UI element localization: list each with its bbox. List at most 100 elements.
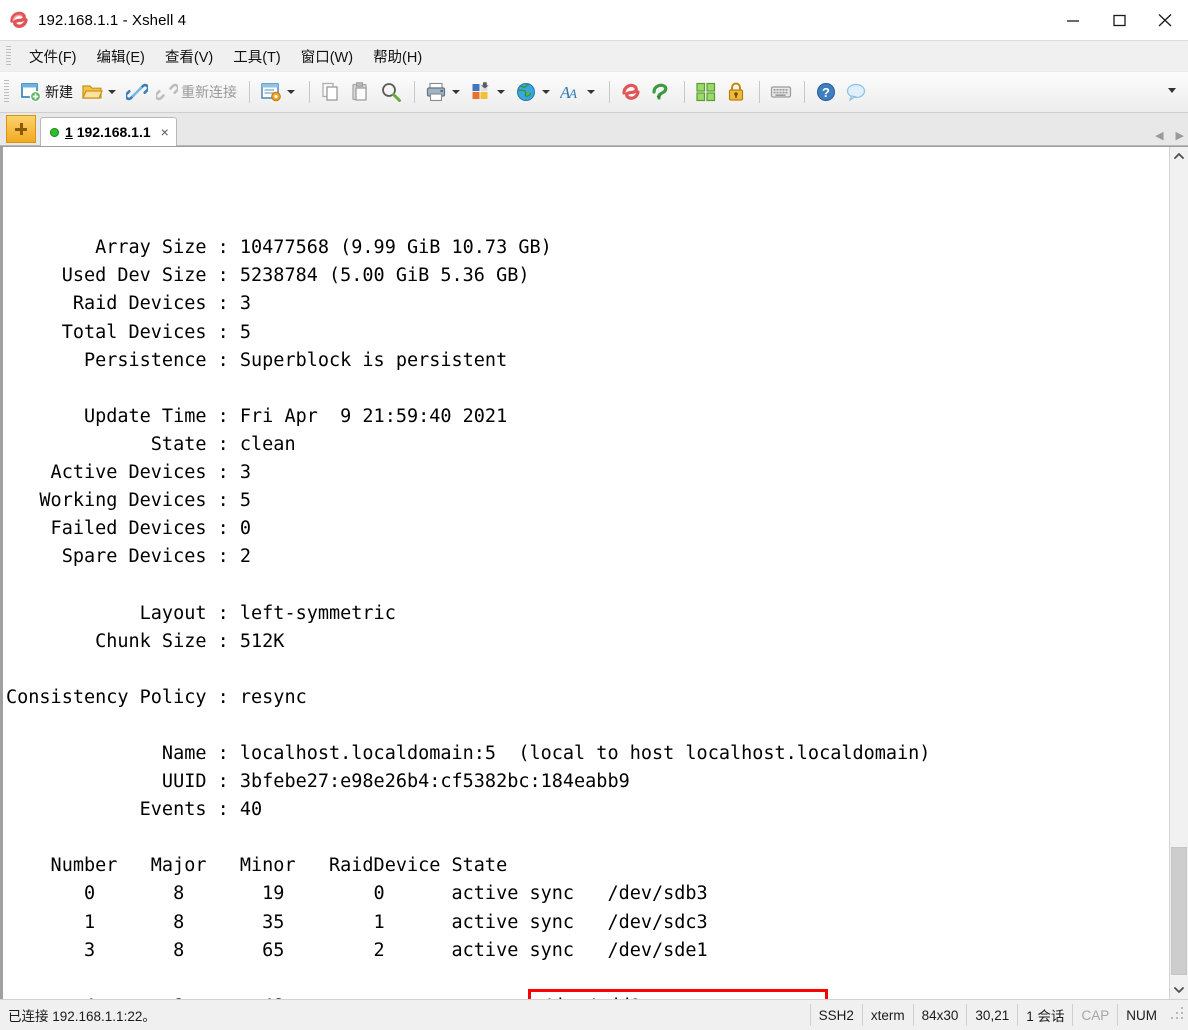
xftp-button[interactable] bbox=[647, 77, 675, 107]
menu-view[interactable]: 查看(V) bbox=[155, 43, 223, 70]
status-caps-lock: CAP bbox=[1072, 1004, 1117, 1026]
terminal-line: Number Major Minor RaidDevice State bbox=[6, 855, 508, 877]
reconnect-icon bbox=[156, 81, 178, 103]
arrange-windows-icon bbox=[695, 81, 717, 103]
new-session-button[interactable]: 新建 bbox=[17, 77, 76, 107]
terminal-line: Spare Devices : 2 bbox=[6, 546, 252, 568]
print-button[interactable] bbox=[422, 77, 465, 107]
toolbar-separator bbox=[759, 81, 760, 103]
xshell-button[interactable] bbox=[617, 77, 645, 107]
scrollbar-thumb[interactable] bbox=[1171, 847, 1187, 975]
folder-open-icon bbox=[81, 81, 103, 103]
tab-session-192-168-1-1[interactable]: 1 192.168.1.1 × bbox=[40, 117, 177, 146]
plus-icon bbox=[19, 123, 23, 135]
menu-tools[interactable]: 工具(T) bbox=[223, 43, 291, 70]
status-protocol: SSH2 bbox=[809, 1004, 862, 1026]
find-button[interactable] bbox=[377, 77, 405, 107]
tab-scroll-controls: ◀ ▶ bbox=[1155, 129, 1184, 142]
tab-scroll-left-icon[interactable]: ◀ bbox=[1155, 129, 1163, 142]
reconnect-button: 重新连接 bbox=[153, 77, 240, 107]
browser-button[interactable] bbox=[512, 77, 555, 107]
transfer-button[interactable] bbox=[467, 77, 510, 107]
terminal-line: Total Devices : 5 bbox=[6, 321, 252, 343]
xftp-icon bbox=[650, 81, 672, 103]
session-manager-button[interactable] bbox=[257, 77, 300, 107]
terminal-output[interactable]: Array Size : 10477568 (9.99 GiB 10.73 GB… bbox=[3, 147, 1169, 999]
open-session-caret-icon[interactable] bbox=[108, 90, 116, 94]
terminal-line: Failed Devices : 0 bbox=[6, 518, 252, 540]
menu-window[interactable]: 窗口(W) bbox=[291, 43, 363, 70]
resize-grip[interactable] bbox=[1169, 1007, 1185, 1023]
menu-file[interactable]: 文件(F) bbox=[19, 43, 87, 70]
connect-button[interactable] bbox=[123, 77, 151, 107]
xshell-icon bbox=[620, 81, 642, 103]
open-session-button[interactable] bbox=[78, 77, 121, 107]
status-terminal-type: xterm bbox=[861, 1004, 913, 1026]
terminal-line: Used Dev Size : 5238784 (5.00 GiB 5.36 G… bbox=[6, 265, 530, 287]
print-caret-icon[interactable] bbox=[452, 90, 460, 94]
tab-label: 1 192.168.1.1 bbox=[65, 124, 151, 140]
terminal-line: 4 8 49 - spare /dev/sdd1 bbox=[6, 993, 1169, 999]
menu-edit[interactable]: 编辑(E) bbox=[87, 43, 155, 70]
window-title: 192.168.1.1 - Xshell 4 bbox=[38, 11, 187, 29]
transfer-caret-icon[interactable] bbox=[497, 90, 505, 94]
new-tab-button[interactable] bbox=[6, 115, 36, 143]
toolbar-separator bbox=[684, 81, 685, 103]
terminal-line: 3 8 65 2 active sync /dev/sde1 bbox=[6, 939, 708, 961]
reconnect-label: 重新连接 bbox=[181, 84, 237, 100]
tab-scroll-right-icon[interactable]: ▶ bbox=[1176, 129, 1184, 142]
toolbar-separator bbox=[609, 81, 610, 103]
menu-help[interactable]: 帮助(H) bbox=[363, 43, 432, 70]
new-session-icon bbox=[20, 81, 42, 103]
menubar-grip[interactable] bbox=[6, 46, 11, 66]
toolbar-separator bbox=[309, 81, 310, 103]
globe-icon bbox=[515, 81, 537, 103]
lock-button[interactable] bbox=[722, 77, 750, 107]
terminal-line: UUID : 3bfebe27:e98e26b4:cf5382bc:184eab… bbox=[6, 771, 630, 793]
chat-bubble-icon bbox=[845, 81, 867, 103]
terminal-line: Update Time : Fri Apr 9 21:59:40 2021 bbox=[6, 405, 508, 427]
keyboard-button[interactable] bbox=[767, 77, 795, 107]
toolbar-separator bbox=[804, 81, 805, 103]
minimize-icon[interactable] bbox=[1050, 0, 1096, 40]
scroll-up-button[interactable] bbox=[1170, 147, 1188, 165]
tab-close-icon[interactable]: × bbox=[161, 124, 169, 140]
search-icon bbox=[380, 81, 402, 103]
file-transfer-icon bbox=[470, 81, 492, 103]
terminal-line: 0 8 19 0 active sync /dev/sdb3 bbox=[6, 883, 708, 905]
status-num-lock: NUM bbox=[1117, 1004, 1165, 1026]
help-button[interactable]: ? bbox=[812, 77, 840, 107]
font-button[interactable]: A A bbox=[557, 77, 600, 107]
svg-text:A: A bbox=[568, 86, 577, 101]
connect-link-icon bbox=[126, 81, 148, 103]
status-cursor-position: 30,21 bbox=[966, 1004, 1017, 1026]
close-icon[interactable] bbox=[1142, 0, 1188, 40]
toolbar-overflow-button[interactable] bbox=[1166, 83, 1178, 101]
browser-caret-icon[interactable] bbox=[542, 90, 550, 94]
terminal-line: Events : 40 bbox=[6, 799, 263, 821]
feedback-button[interactable] bbox=[842, 77, 870, 107]
compose-pane-button[interactable] bbox=[692, 77, 720, 107]
terminal-line: Persistence : Superblock is persistent bbox=[6, 349, 508, 371]
font-caret-icon[interactable] bbox=[587, 90, 595, 94]
terminal-area: Array Size : 10477568 (9.99 GiB 10.73 GB… bbox=[0, 146, 1188, 999]
copy-icon bbox=[320, 81, 342, 103]
new-session-label: 新建 bbox=[45, 84, 73, 100]
status-bar: 已连接 192.168.1.1:22。 SSH2 xterm 84x30 30,… bbox=[0, 999, 1188, 1030]
scroll-down-button[interactable] bbox=[1170, 981, 1188, 999]
keyboard-icon bbox=[770, 81, 792, 103]
terminal-line: Raid Devices : 3 bbox=[6, 293, 252, 315]
terminal-scrollbar[interactable] bbox=[1169, 147, 1188, 999]
scrollbar-track[interactable] bbox=[1170, 165, 1188, 981]
lock-icon bbox=[725, 81, 747, 103]
paste-icon bbox=[350, 81, 372, 103]
toolbar-grip[interactable] bbox=[4, 80, 9, 104]
maximize-icon[interactable] bbox=[1096, 0, 1142, 40]
session-manager-caret-icon[interactable] bbox=[287, 90, 295, 94]
connection-status: 已连接 192.168.1.1:22。 bbox=[8, 1009, 156, 1024]
terminal-line: Array Size : 10477568 (9.99 GiB 10.73 GB… bbox=[6, 237, 552, 259]
tab-status-dot-icon bbox=[50, 127, 59, 137]
